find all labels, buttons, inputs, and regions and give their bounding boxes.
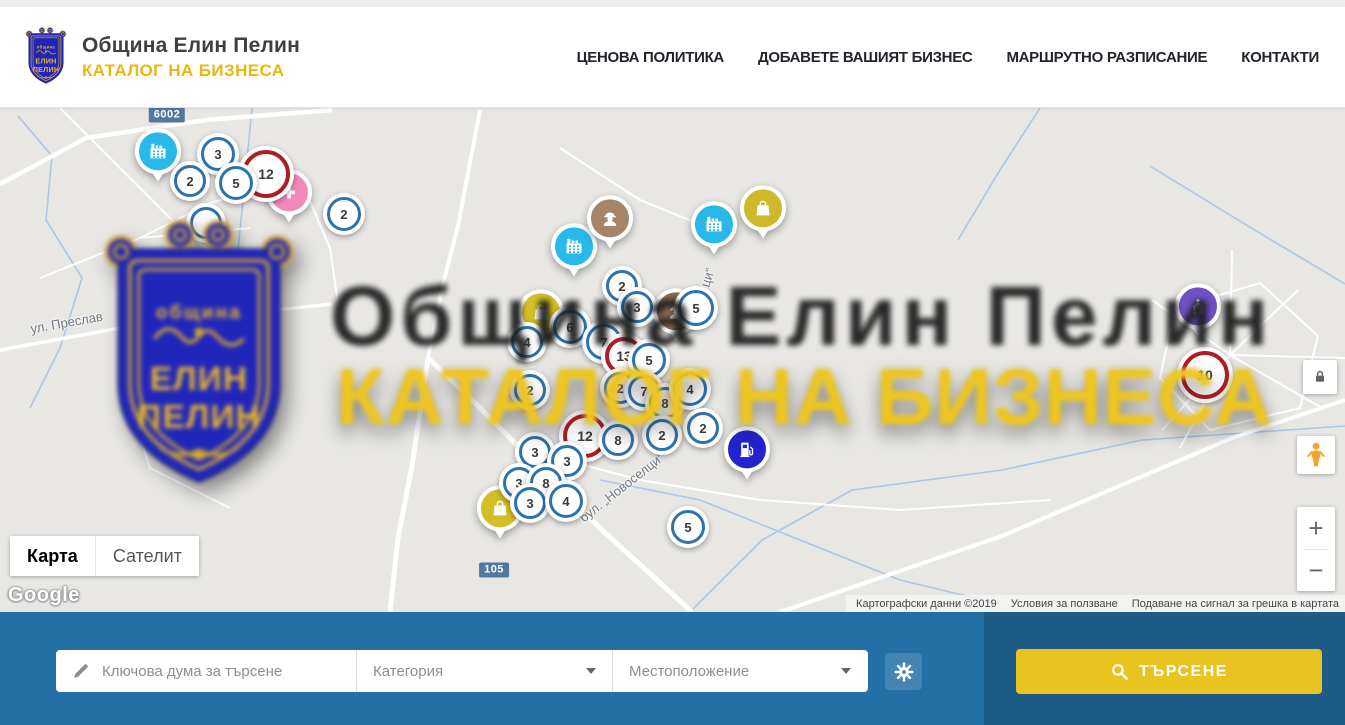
cluster-count: 2 — [646, 419, 678, 451]
search-bar: Категория Местоположение — [0, 612, 1345, 725]
factory-icon — [691, 201, 737, 247]
cluster-marker[interactable]: 5 — [667, 506, 709, 548]
brand[interactable]: община ЕЛИН ПЕЛИН Община Елин Пелин КАТА… — [22, 26, 300, 89]
location-select[interactable]: Местоположение — [612, 650, 867, 692]
category-pin-fuel[interactable] — [724, 426, 770, 472]
chevron-down-icon — [586, 668, 596, 674]
fullscreen-lock-button[interactable] — [1303, 360, 1337, 394]
cluster-count: 4 — [511, 326, 543, 358]
terms-link[interactable]: Условия за ползване — [1011, 598, 1118, 610]
cluster-count: 4 — [549, 484, 583, 518]
cluster-marker[interactable] — [186, 203, 226, 243]
lock-icon — [1312, 369, 1328, 385]
gear-icon — [893, 661, 915, 683]
maptype-map-button[interactable]: Карта — [10, 536, 95, 576]
cluster-count: 5 — [678, 290, 714, 326]
cluster-count: 5 — [671, 510, 705, 544]
main-nav: ЦЕНОВА ПОЛИТИКА ДОБАВЕТЕ ВАШИЯТ БИЗНЕС М… — [577, 49, 1319, 66]
cluster-count: 4 — [673, 372, 707, 406]
zoom-control: + − — [1297, 507, 1335, 591]
cluster-marker[interactable]: 5 — [674, 286, 718, 330]
google-logo[interactable]: Google — [8, 584, 80, 607]
brand-title: Община Елин Пелин — [82, 34, 300, 58]
keyword-field-wrap — [56, 650, 357, 692]
municipality-logo: община ЕЛИН ПЕЛИН — [22, 26, 70, 89]
page: община ЕЛИН ПЕЛИН Община Елин Пелин КАТА… — [0, 0, 1345, 725]
cluster-marker[interactable]: 2 — [170, 161, 210, 201]
cluster-count: 2 — [327, 197, 361, 231]
report-error-link[interactable]: Подаване на сигнал за грешка в картата — [1132, 598, 1339, 610]
nav-contacts[interactable]: КОНТАКТИ — [1241, 49, 1319, 66]
header: община ЕЛИН ПЕЛИН Община Елин Пелин КАТА… — [0, 7, 1345, 108]
top-strip — [0, 0, 1345, 7]
cluster-marker[interactable]: 4 — [545, 480, 587, 522]
keyword-search-input[interactable] — [102, 663, 344, 680]
category-pin-factory[interactable] — [691, 201, 737, 247]
cluster-count: 3 — [621, 291, 653, 323]
nav-route-schedule[interactable]: МАРШРУТНО РАЗПИСАНИЕ — [1006, 49, 1207, 66]
cluster-marker[interactable]: 8 — [598, 420, 638, 460]
svg-text:ЕЛИН: ЕЛИН — [35, 56, 56, 65]
cluster-count — [190, 207, 222, 239]
cluster-count: 2 — [174, 165, 206, 197]
pegman-button[interactable] — [1297, 436, 1335, 474]
chevron-down-icon — [841, 668, 851, 674]
fuel-icon — [724, 426, 770, 472]
category-select-value: Категория — [373, 663, 443, 680]
cluster-count: 2 — [514, 374, 546, 406]
cluster-marker[interactable]: 2 — [642, 415, 682, 455]
category-pin-worker[interactable] — [587, 195, 633, 241]
cluster-count: 2 — [687, 412, 719, 444]
pencil-icon — [72, 662, 90, 680]
brand-text: Община Елин Пелин КАТАЛОГ НА БИЗНЕСА — [82, 34, 300, 81]
attribution-copyright: Картографски данни ©2019 — [856, 598, 997, 610]
cluster-marker[interactable]: 10 — [1177, 347, 1233, 403]
search-icon — [1110, 662, 1129, 681]
bag-icon — [740, 185, 786, 231]
category-select[interactable]: Категория — [357, 650, 612, 692]
nav-add-business[interactable]: ДОБАВЕТЕ ВАШИЯТ БИЗНЕС — [758, 49, 972, 66]
advanced-settings-button[interactable] — [885, 653, 922, 690]
maptype-control: Карта Сателит — [10, 536, 199, 576]
cluster-marker[interactable]: 2 — [683, 408, 723, 448]
cluster-marker[interactable]: 3 — [617, 287, 657, 327]
cluster-marker[interactable]: 4 — [507, 322, 547, 362]
svg-text:ПЕЛИН: ПЕЛИН — [33, 64, 60, 73]
cluster-count: 3 — [514, 487, 546, 519]
worker-icon — [587, 195, 633, 241]
cluster-marker[interactable]: 2 — [323, 193, 365, 235]
cluster-marker[interactable]: 3 — [510, 483, 550, 523]
location-select-value: Местоположение — [629, 663, 749, 680]
cluster-count: 8 — [602, 424, 634, 456]
nav-pricing[interactable]: ЦЕНОВА ПОЛИТИКА — [577, 49, 724, 66]
map-canvas[interactable]: 6002105 ул. Преславбул. „Новоселци“ци“ 3… — [0, 108, 1345, 612]
cluster-count: 10 — [1181, 351, 1229, 399]
search-button[interactable]: ТЪРСЕНЕ — [1016, 649, 1322, 694]
maptype-satellite-button[interactable]: Сателит — [95, 536, 199, 576]
pegman-icon — [1305, 442, 1327, 468]
zoom-in-button[interactable]: + — [1297, 507, 1335, 549]
cluster-marker[interactable]: 2 — [510, 370, 550, 410]
zoom-out-button[interactable]: − — [1297, 550, 1335, 592]
church-icon — [1175, 283, 1221, 329]
filter-box: Категория Местоположение — [56, 650, 868, 692]
road-shield: 6002 — [149, 108, 185, 123]
category-pin-church[interactable] — [1175, 283, 1221, 329]
brand-subtitle: КАТАЛОГ НА БИЗНЕСА — [82, 61, 300, 81]
map-attribution: Картографски данни ©2019 Условия за полз… — [846, 595, 1345, 612]
road-shield: 105 — [479, 563, 509, 578]
cluster-marker[interactable]: 4 — [669, 368, 711, 410]
cluster-marker[interactable]: 5 — [215, 162, 257, 204]
category-pin-bag[interactable] — [740, 185, 786, 231]
cluster-count: 5 — [219, 166, 253, 200]
svg-text:община: община — [37, 44, 56, 49]
search-button-label: ТЪРСЕНЕ — [1139, 663, 1228, 681]
